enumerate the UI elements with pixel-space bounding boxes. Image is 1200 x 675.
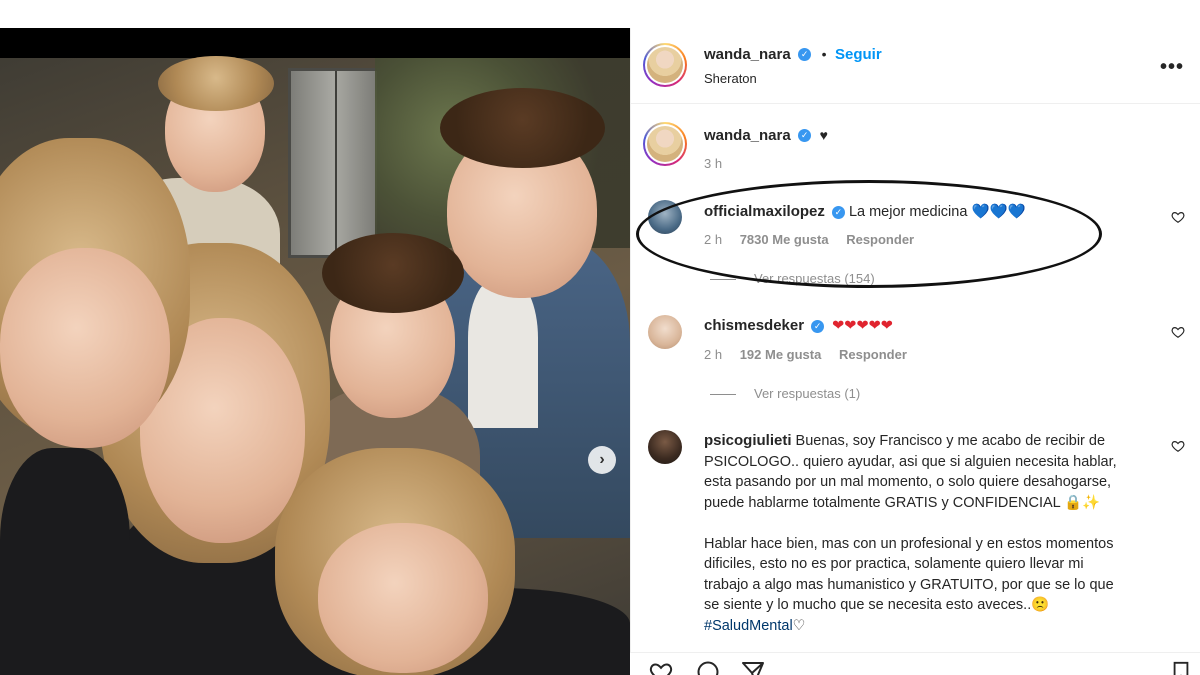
- heart-icon[interactable]: [1171, 210, 1185, 224]
- background-elevator: [288, 68, 380, 258]
- verified-badge-icon: ✓: [798, 48, 812, 62]
- hashtag-link[interactable]: #SaludMental: [704, 618, 793, 634]
- verified-badge-icon: ✓: [811, 319, 825, 333]
- boy-middle-hair: [322, 233, 464, 313]
- comment-text: La mejor medicina: [848, 204, 968, 220]
- comment-body: officialmaxilopez ✓ La mejor medicina 💙💙…: [704, 202, 1026, 223]
- chevron-right-icon[interactable]: ›: [588, 446, 616, 474]
- bookmark-icon[interactable]: [1170, 660, 1192, 675]
- author-name-row: wanda_nara ✓ • Seguir: [704, 46, 882, 64]
- comment-line: puede hablarme totalmente GRATIS y CONFI…: [704, 494, 1101, 511]
- comment-body: chismesdeker ✓ ❤❤❤❤❤: [704, 316, 893, 337]
- commenter-avatar[interactable]: [648, 430, 682, 464]
- heart-icon[interactable]: [648, 660, 674, 675]
- caption-text: ♥: [819, 127, 828, 143]
- post-location[interactable]: Sheraton: [704, 71, 757, 86]
- comment-time[interactable]: 2 h: [704, 347, 722, 362]
- view-replies-label: Ver respuestas (1): [754, 386, 861, 401]
- comment-username[interactable]: chismesdeker: [704, 317, 804, 334]
- comment-line: Buenas, soy Francisco y me acabo de reci…: [795, 433, 1106, 449]
- caption-time[interactable]: 3 h: [704, 156, 722, 171]
- heart-icon[interactable]: [1171, 439, 1185, 453]
- caption-row: wanda_nara ✓ ♥: [704, 127, 828, 145]
- share-icon[interactable]: [740, 660, 766, 675]
- comment-line: se siente y lo mucho que se necesita est…: [704, 597, 1050, 613]
- comment-line: trabajo a algo mas humanistico y GRATUIT…: [704, 576, 1114, 593]
- commenter-avatar[interactable]: [648, 200, 682, 234]
- caption-avatar[interactable]: [643, 122, 687, 166]
- comment-emoji: 💙💙💙: [971, 204, 1026, 220]
- reply-button[interactable]: Responder: [839, 347, 907, 362]
- boy-right-tshirt: [468, 278, 538, 428]
- photo-top-bar: [0, 28, 630, 58]
- comment-emoji: ♡: [792, 617, 806, 634]
- follow-button[interactable]: Seguir: [835, 46, 882, 63]
- heart-icon[interactable]: [1171, 325, 1185, 339]
- comment-blank-line: [704, 513, 1159, 534]
- girl-left-face: [0, 248, 170, 448]
- reply-button[interactable]: Responder: [846, 232, 914, 247]
- post-header: [631, 28, 1200, 104]
- caption-username[interactable]: wanda_nara: [704, 127, 791, 144]
- top-white-bar: [0, 0, 630, 28]
- comment-icon[interactable]: [695, 660, 721, 675]
- comment-likes[interactable]: 7830 Me gusta: [740, 232, 829, 247]
- girl-left-shirt: [0, 448, 130, 675]
- comment-body: psicogiulieti Buenas, soy Francisco y me…: [704, 431, 1159, 636]
- comment-line: esta pasando por un mal momento, o solo …: [704, 474, 1112, 490]
- author-username[interactable]: wanda_nara: [704, 46, 791, 63]
- post-actions-bar: [630, 652, 1200, 675]
- comment-likes[interactable]: 192 Me gusta: [740, 347, 822, 362]
- comment-username[interactable]: psicogiulieti: [704, 432, 792, 449]
- verified-badge-icon: ✓: [798, 129, 812, 143]
- comment-emoji: ❤❤❤❤❤: [832, 318, 893, 334]
- boy-back-hair: [158, 56, 274, 111]
- commenter-avatar[interactable]: [648, 315, 682, 349]
- view-replies-label: Ver respuestas (154): [754, 271, 875, 286]
- verified-badge-icon: ✓: [831, 205, 845, 219]
- comment-meta: 2 h 7830 Me gusta Responder: [704, 232, 914, 247]
- view-replies-button[interactable]: Ver respuestas (154): [710, 271, 875, 286]
- comment-time[interactable]: 2 h: [704, 232, 722, 247]
- comment-line: PSICOLOGO.. quiero ayudar, asi que si al…: [704, 453, 1117, 470]
- view-replies-button[interactable]: Ver respuestas (1): [710, 386, 860, 401]
- comment-meta: 2 h 192 Me gusta Responder: [704, 347, 907, 362]
- separator-dot: •: [821, 46, 827, 62]
- comment-line: dificiles, esto no es por practica, sola…: [704, 556, 1084, 572]
- more-options-button[interactable]: •••: [1160, 56, 1184, 79]
- post-photo[interactable]: ›: [0, 28, 630, 675]
- comment-line: Hablar hace bien, mas con un profesional…: [704, 535, 1114, 552]
- girl-bottom-face: [318, 523, 488, 673]
- comment-username[interactable]: officialmaxilopez: [704, 203, 825, 220]
- boy-right-hair: [440, 88, 605, 168]
- author-avatar[interactable]: [643, 43, 687, 87]
